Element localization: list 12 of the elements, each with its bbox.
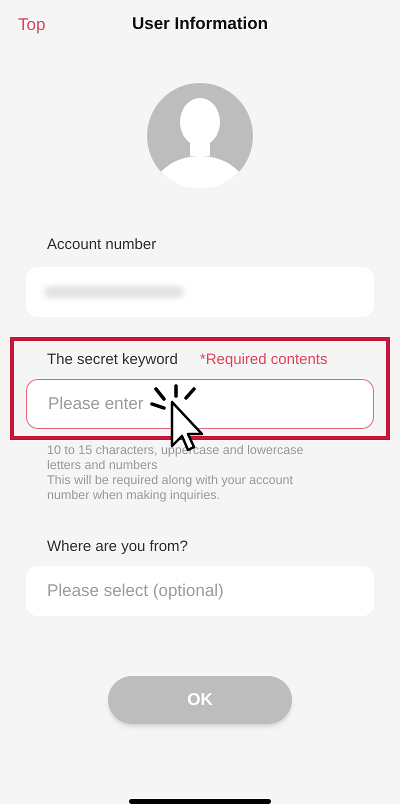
avatar-icon bbox=[146, 82, 254, 190]
back-link[interactable]: Top bbox=[18, 12, 46, 38]
origin-select[interactable]: Please select (optional) bbox=[26, 566, 374, 616]
field-label: Where are you from? bbox=[46, 536, 189, 556]
field-label: The secret keyword bbox=[47, 350, 178, 370]
hint-text: This will be required along with your account number when making inquiries. bbox=[47, 472, 294, 502]
keyword-input[interactable]: Please enter bbox=[26, 379, 374, 429]
required-note: *Required contents bbox=[200, 350, 328, 370]
field-label: Account number bbox=[46, 235, 158, 255]
select-placeholder: Please select (optional) bbox=[47, 580, 224, 602]
account-field[interactable] bbox=[26, 266, 374, 316]
page-title: User Information bbox=[132, 13, 268, 36]
